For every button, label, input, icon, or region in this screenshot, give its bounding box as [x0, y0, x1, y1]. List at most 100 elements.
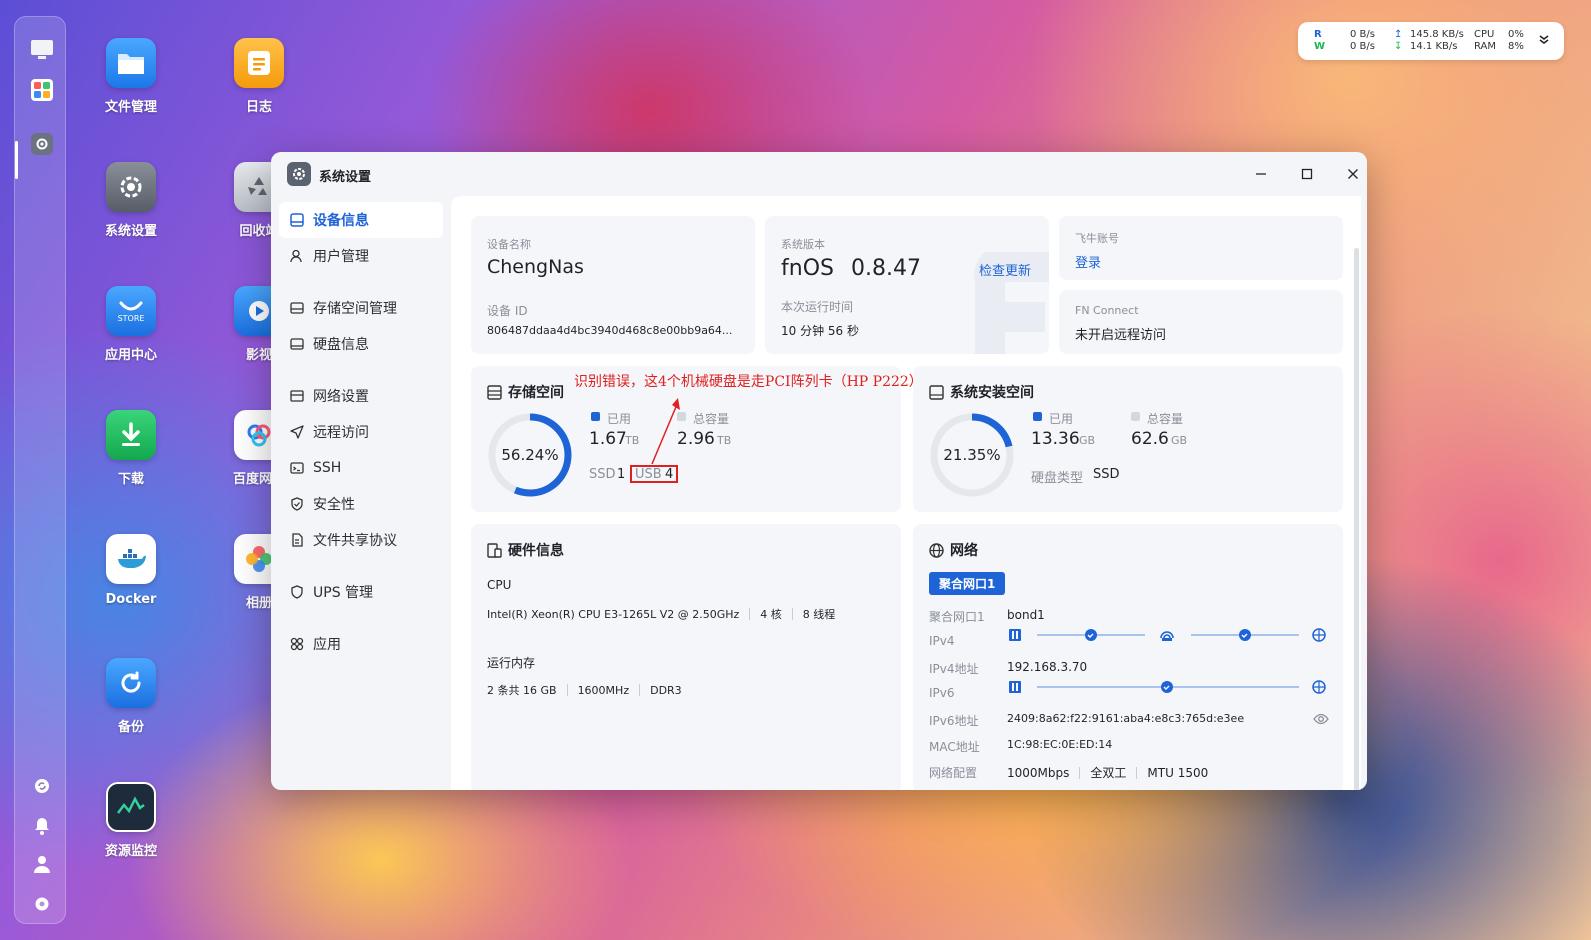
network-config: 1000Mbps 全双工 MTU 1500: [1007, 764, 1208, 781]
maximize-button[interactable]: [1293, 162, 1321, 186]
device-icon: [289, 212, 305, 228]
memory-label: 运行内存: [487, 656, 536, 670]
system-install-title-text: 系统安装空间: [950, 385, 1034, 401]
hardware-card: 硬件信息 CPU Intel(R) Xeon(R) CPU E3-1265L V…: [471, 524, 901, 790]
apps-icon: [289, 636, 305, 652]
net-row-label: IPv4: [929, 634, 955, 648]
eye-icon[interactable]: [1313, 712, 1329, 730]
total-value: 62.6: [1131, 429, 1169, 449]
memory-specs: 2 条共 16 GB 1600MHz DDR3: [487, 682, 682, 698]
window-titlebar[interactable]: 系统设置: [271, 152, 1367, 196]
hardware-icon: [487, 542, 502, 558]
download-icon: [106, 410, 156, 460]
sidebar-item-label: 存储空间管理: [313, 301, 397, 317]
desktop-app-resource-monitor[interactable]: 资源监控: [86, 782, 176, 859]
close-button[interactable]: [1339, 162, 1367, 186]
download-arrow-icon: ↧: [1394, 41, 1403, 52]
login-link[interactable]: 登录: [1075, 252, 1101, 271]
sidebar-item-label: 设备信息: [313, 213, 369, 229]
ram-label: RAM: [1474, 41, 1497, 52]
disk-icon: [929, 384, 944, 400]
minimize-button[interactable]: [1247, 162, 1275, 186]
storage-icon: [487, 384, 502, 400]
storage-title: 存储空间: [487, 382, 564, 402]
sidebar-item-apps[interactable]: 应用: [279, 626, 443, 662]
device-info-panel: 设备名称 ChengNas 设备 ID 806487ddaa4d4bc3940d…: [451, 196, 1361, 790]
net-row-label: IPv6地址: [929, 714, 979, 728]
fn-connect-label: FN Connect: [1075, 304, 1139, 317]
desktop-app-label: 日志: [245, 100, 272, 115]
app-grid-icon[interactable]: [29, 77, 55, 103]
total-label: 总容量: [693, 412, 730, 426]
sidebar-item-remote[interactable]: 远程访问: [279, 414, 443, 450]
desktop-app-label: 资源监控: [104, 844, 157, 859]
sidebar-item-ups[interactable]: UPS 管理: [279, 574, 443, 610]
net-row-label: IPv4地址: [929, 662, 979, 676]
uptime-label: 本次运行时间: [781, 300, 854, 314]
sidebar-item-ssh[interactable]: SSH: [279, 450, 443, 486]
sidebar-item-storage[interactable]: 存储空间管理: [279, 290, 443, 326]
used-legend-swatch: [1033, 412, 1042, 421]
sidebar-item-file-share[interactable]: 文件共享协议: [279, 522, 443, 558]
desktop-app-docker[interactable]: Docker: [86, 534, 176, 607]
memory-type: DDR3: [650, 684, 682, 697]
sync-icon[interactable]: [29, 773, 55, 799]
storage-icon: [289, 300, 305, 316]
disk-type: SSD: [1093, 467, 1120, 482]
dock: [14, 16, 66, 924]
ssd-count: 1: [617, 467, 626, 482]
total-legend-swatch: [1131, 412, 1140, 421]
user-icon: [289, 248, 305, 264]
user-icon[interactable]: [29, 851, 55, 877]
used-unit: GB: [1079, 434, 1096, 447]
desktop-app-settings[interactable]: 系统设置: [86, 162, 176, 239]
desktop-app-label: 系统设置: [104, 224, 157, 239]
desktop-app-download[interactable]: 下载: [86, 410, 176, 487]
resource-widget[interactable]: R W 0 B/s 0 B/s ↥ ↧ 145.8 KB/s 14.1 KB/s…: [1298, 22, 1564, 60]
read-rate: 0 B/s: [1350, 29, 1375, 40]
sidebar-item-disks[interactable]: 硬盘信息: [279, 326, 443, 362]
gear-icon[interactable]: [29, 891, 55, 917]
desktop-app-log[interactable]: 日志: [214, 38, 304, 115]
system-install-percent-text: 21.35%: [943, 446, 1000, 464]
check-update-link[interactable]: 检查更新: [979, 260, 1031, 279]
net-row-label: IPv6: [929, 686, 955, 700]
separator: [639, 684, 641, 696]
annotation-text: 识别错误，这4个机械硬盘是走PCI阵列卡（HP P222）: [574, 374, 923, 390]
sidebar-item-label: UPS 管理: [313, 585, 374, 601]
sidebar-item-users[interactable]: 用户管理: [279, 238, 443, 274]
bond-tab[interactable]: 聚合网口1: [929, 572, 1006, 595]
cpu-value: 0%: [1508, 29, 1524, 40]
sidebar-item-security[interactable]: 安全性: [279, 486, 443, 522]
write-label: W: [1314, 41, 1326, 52]
desktop-app-files[interactable]: 文件管理: [86, 38, 176, 115]
network-icon: [289, 388, 305, 404]
desktop-app-label: 应用中心: [104, 348, 157, 363]
desktop-app-label: 备份: [117, 720, 144, 735]
settings-dock-icon[interactable]: [29, 131, 55, 157]
annotation-arrow-icon: [651, 398, 680, 465]
fn-account-card: 飞牛账号 登录: [1059, 216, 1343, 280]
settings-window: 系统设置 设备信息 用户管理 存储空间管理 硬盘信息 网络设置 远程访问 SSH…: [271, 152, 1367, 790]
device-card: 设备名称 ChengNas 设备 ID 806487ddaa4d4bc3940d…: [471, 216, 755, 354]
desktop-icon[interactable]: [29, 37, 55, 63]
sidebar-item-label: 远程访问: [313, 425, 369, 441]
store-icon: STORE: [106, 286, 156, 336]
bell-icon[interactable]: [29, 813, 55, 839]
sidebar-item-network[interactable]: 网络设置: [279, 378, 443, 414]
desktop-app-backup[interactable]: 备份: [86, 658, 176, 735]
collapse-chevron-icon[interactable]: [1538, 33, 1550, 49]
sidebar-item-device-info[interactable]: 设备信息: [279, 202, 443, 238]
memory-size: 2 条共 16 GB: [487, 684, 557, 697]
device-name-label: 设备名称: [487, 238, 531, 251]
system-install-title: 系统安装空间: [929, 382, 1034, 402]
desktop-app-store[interactable]: STORE 应用中心: [86, 286, 176, 363]
system-install-usage-ring: 21.35%: [930, 413, 1014, 497]
fn-account-label: 飞牛账号: [1075, 232, 1119, 245]
globe-icon: [929, 542, 944, 558]
content-scrollbar[interactable]: [1354, 248, 1359, 790]
separator: [749, 608, 751, 620]
device-name: ChengNas: [487, 256, 584, 278]
net-row-label: 网络配置: [929, 766, 978, 780]
settings-sidebar: 设备信息 用户管理 存储空间管理 硬盘信息 网络设置 远程访问 SSH 安全性: [271, 196, 451, 790]
